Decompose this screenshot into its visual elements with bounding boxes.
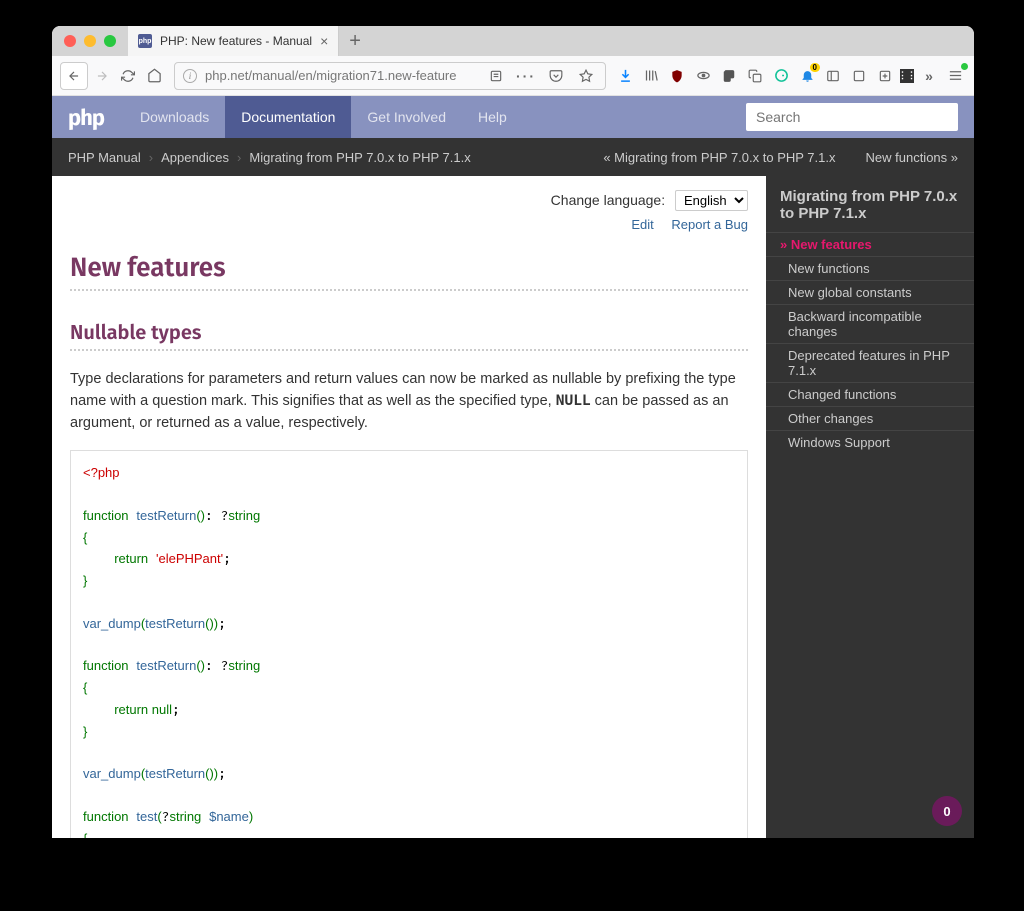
ublock-icon[interactable]: [666, 65, 688, 87]
downloads-icon[interactable]: [614, 65, 636, 87]
plus-square-icon[interactable]: [874, 65, 896, 87]
nav-help[interactable]: Help: [462, 96, 523, 138]
edit-link[interactable]: Edit: [631, 217, 653, 232]
sidebar-item-current[interactable]: New features: [766, 232, 974, 256]
home-button[interactable]: [142, 62, 166, 90]
page-actions-icon[interactable]: ···: [515, 65, 537, 87]
page-title: New features: [70, 252, 748, 291]
sidebar-item[interactable]: Other changes: [766, 406, 974, 430]
chevron-right-icon: ›: [149, 150, 153, 165]
eye-icon[interactable]: [692, 65, 714, 87]
minimize-window-icon[interactable]: [84, 35, 96, 47]
library-icon[interactable]: [640, 65, 662, 87]
page-feedback-count[interactable]: 0: [932, 796, 962, 826]
php-favicon-icon: php: [138, 34, 152, 48]
copy-icon[interactable]: [744, 65, 766, 87]
language-selector-row: Change language: English: [70, 190, 748, 211]
back-button[interactable]: [60, 62, 88, 90]
toolbar-extensions: 0 ⋮⋮ »: [614, 65, 966, 87]
code-block: <?php function testReturn(): ?string { r…: [70, 450, 748, 838]
breadcrumb-item[interactable]: Migrating from PHP 7.0.x to PHP 7.1.x: [249, 150, 470, 165]
prev-page-link[interactable]: « Migrating from PHP 7.0.x to PHP 7.1.x: [603, 150, 835, 165]
sidebar-item[interactable]: New functions: [766, 256, 974, 280]
nav-get-involved[interactable]: Get Involved: [351, 96, 462, 138]
site-info-icon[interactable]: i: [183, 69, 197, 83]
url-text: php.net/manual/en/migration71.new-featur…: [205, 68, 477, 83]
container-icon[interactable]: [848, 65, 870, 87]
language-select[interactable]: English: [675, 190, 748, 211]
sidebar-nav: Migrating from PHP 7.0.x to PHP 7.1.x Ne…: [766, 176, 974, 838]
next-page-link[interactable]: New functions »: [866, 150, 959, 165]
browser-toolbar: i php.net/manual/en/migration71.new-feat…: [52, 56, 974, 96]
tab-title: PHP: New features - Manual: [160, 34, 312, 48]
sidebar-heading: Migrating from PHP 7.0.x to PHP 7.1.x: [766, 188, 974, 232]
window-controls: [52, 35, 128, 47]
close-window-icon[interactable]: [64, 35, 76, 47]
breadcrumb-item[interactable]: PHP Manual: [68, 150, 141, 165]
sidebar-item[interactable]: New global constants: [766, 280, 974, 304]
sidebar-item[interactable]: Deprecated features in PHP 7.1.x: [766, 343, 974, 382]
search-input[interactable]: [746, 103, 958, 131]
null-keyword: NULL: [556, 393, 591, 409]
sidebar-icon[interactable]: [822, 65, 844, 87]
section-heading: Nullable types: [70, 321, 748, 351]
new-tab-button[interactable]: +: [339, 30, 371, 53]
pocket-icon[interactable]: [545, 65, 567, 87]
grammarly-icon[interactable]: [770, 65, 792, 87]
notification-icon[interactable]: 0: [796, 65, 818, 87]
nav-documentation[interactable]: Documentation: [225, 96, 351, 138]
php-logo[interactable]: php: [68, 104, 104, 131]
overflow-icon[interactable]: »: [918, 65, 940, 87]
change-language-label: Change language:: [551, 192, 665, 208]
chevron-right-icon: ›: [237, 150, 241, 165]
paragraph: Type declarations for parameters and ret…: [70, 369, 748, 434]
reload-button[interactable]: [116, 62, 140, 90]
evernote-icon[interactable]: [718, 65, 740, 87]
nav-downloads[interactable]: Downloads: [124, 96, 225, 138]
report-bug-link[interactable]: Report a Bug: [671, 217, 748, 232]
menu-button[interactable]: [944, 65, 966, 87]
sidebar-item[interactable]: Changed functions: [766, 382, 974, 406]
sidebar-item[interactable]: Backward incompatible changes: [766, 304, 974, 343]
forward-button[interactable]: [90, 62, 114, 90]
breadcrumb-bar: PHP Manual › Appendices › Migrating from…: [52, 138, 974, 176]
notification-badge: 0: [810, 63, 820, 72]
app-square-icon[interactable]: ⋮⋮: [900, 69, 914, 83]
url-bar[interactable]: i php.net/manual/en/migration71.new-feat…: [174, 62, 606, 90]
tab-bar: php PHP: New features - Manual × +: [52, 26, 974, 56]
browser-tab[interactable]: php PHP: New features - Manual ×: [128, 26, 339, 56]
breadcrumb-item[interactable]: Appendices: [161, 150, 229, 165]
maximize-window-icon[interactable]: [104, 35, 116, 47]
sidebar-item[interactable]: Windows Support: [766, 430, 974, 454]
document-content: Change language: English Edit Report a B…: [52, 176, 766, 838]
site-nav: php Downloads Documentation Get Involved…: [52, 96, 974, 138]
tab-close-icon[interactable]: ×: [320, 33, 328, 49]
reader-mode-icon[interactable]: [485, 65, 507, 87]
bookmark-star-icon[interactable]: [575, 65, 597, 87]
